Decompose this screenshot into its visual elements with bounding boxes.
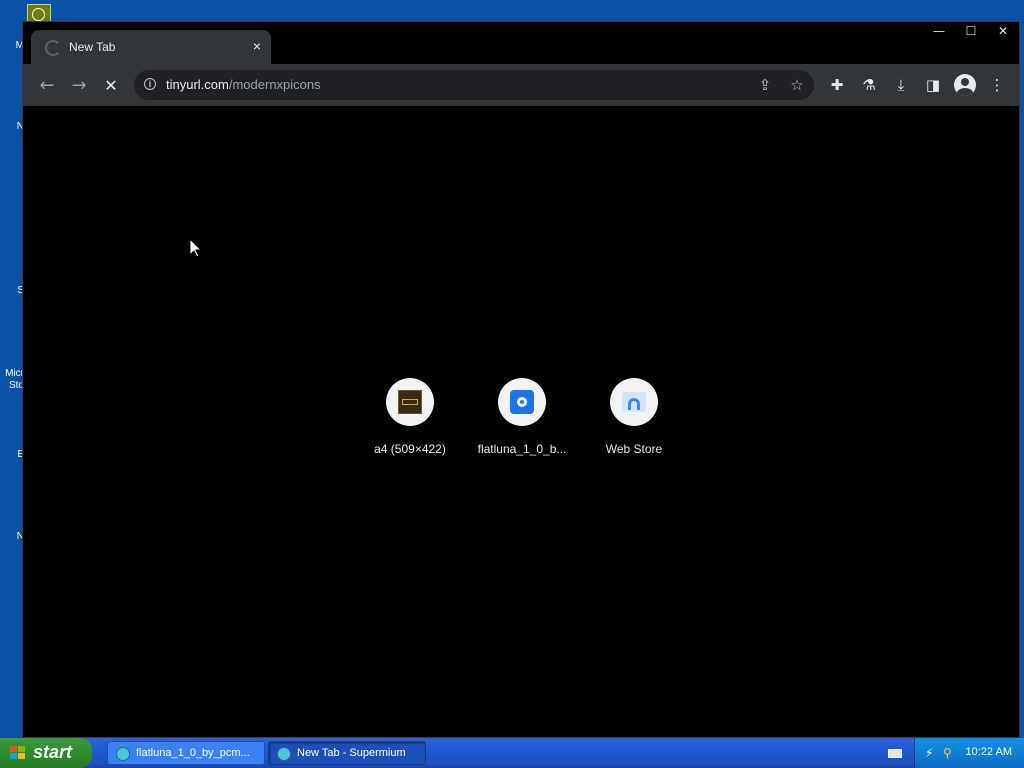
title-bar[interactable]: New Tab × — ☐ ✕ bbox=[23, 22, 1019, 64]
tab-close-icon[interactable]: × bbox=[253, 38, 261, 54]
share-icon[interactable]: ⇪ bbox=[754, 74, 776, 96]
loading-spinner-icon bbox=[45, 40, 61, 56]
maximize-button[interactable]: ☐ bbox=[955, 22, 987, 40]
taskbar-item-new-tab[interactable]: New Tab - Supermium bbox=[268, 741, 426, 765]
taskbar-item-label: New Tab - Supermium bbox=[297, 747, 406, 759]
shortcut-tile[interactable]: flatluna_1_0_b... bbox=[466, 378, 578, 468]
browser-app-icon bbox=[116, 747, 130, 761]
desktop-icon-label[interactable]: M bbox=[0, 40, 24, 51]
start-label: start bbox=[33, 742, 73, 762]
url-path: /modernxpicons bbox=[228, 77, 321, 92]
keyboard-layout-icon[interactable] bbox=[888, 749, 902, 758]
new-tab-page: a4 (509×422) flatluna_1_0_b... Web Store bbox=[23, 106, 1019, 737]
shortcut-icon-circle bbox=[498, 378, 546, 426]
shortcut-icon-circle bbox=[386, 378, 434, 426]
desktop-icon-label[interactable]: S bbox=[0, 285, 24, 296]
desktop-icon-label[interactable]: N bbox=[0, 121, 24, 132]
a4-thumbnail-icon bbox=[398, 390, 422, 414]
shortcut-label: Web Store bbox=[605, 442, 663, 456]
stop-loading-button[interactable]: ✕ bbox=[99, 73, 123, 97]
side-panel-icon[interactable]: ◨ bbox=[922, 74, 944, 96]
profile-avatar-icon[interactable] bbox=[954, 74, 976, 96]
address-bar[interactable]: i tinyurl.com/modernxpicons ⇪ ☆ bbox=[134, 70, 814, 100]
download-icon[interactable]: ⤓ bbox=[890, 74, 912, 96]
search-tray-icon[interactable]: ⚲ bbox=[943, 746, 957, 760]
clock[interactable]: 10:22 AM bbox=[966, 746, 1012, 758]
url-text[interactable]: tinyurl.com/modernxpicons bbox=[166, 77, 321, 92]
taskbar-item-label: flatluna_1_0_by_pcm... bbox=[136, 747, 250, 759]
taskbar: start flatluna_1_0_by_pcm... New Tab - S… bbox=[0, 738, 1024, 768]
network-icon[interactable]: ⚡ bbox=[925, 746, 939, 760]
site-info-icon[interactable]: i bbox=[144, 78, 156, 90]
browser-toolbar: ← → ✕ i tinyurl.com/modernxpicons ⇪ ☆ ✚ … bbox=[23, 64, 1019, 106]
taskbar-item-flatluna[interactable]: flatluna_1_0_by_pcm... bbox=[107, 741, 265, 765]
desktop-icon-label[interactable]: Sto bbox=[0, 380, 24, 391]
system-tray: ⚡ ⚲ 10:22 AM bbox=[914, 738, 1024, 768]
back-button[interactable]: ← bbox=[35, 73, 59, 97]
minimize-button[interactable]: — bbox=[923, 22, 955, 40]
shortcut-tile[interactable]: Web Store bbox=[578, 378, 690, 468]
web-store-icon bbox=[622, 392, 646, 412]
window-controls: — ☐ ✕ bbox=[923, 22, 1019, 42]
tab-title: New Tab bbox=[69, 40, 116, 54]
desktop-icon-label[interactable]: N bbox=[0, 531, 24, 542]
extensions-icon[interactable]: ✚ bbox=[826, 74, 848, 96]
tab-new-tab[interactable]: New Tab × bbox=[31, 30, 271, 64]
windows-logo-icon bbox=[10, 746, 26, 760]
desktop-icon-label[interactable]: Micr bbox=[0, 368, 24, 379]
flatluna-icon bbox=[510, 390, 534, 414]
close-button[interactable]: ✕ bbox=[987, 22, 1019, 40]
browser-app-icon bbox=[277, 747, 291, 761]
shortcut-label: a4 (509×422) bbox=[374, 442, 446, 456]
start-button[interactable]: start bbox=[0, 738, 92, 768]
forward-button[interactable]: → bbox=[67, 73, 91, 97]
shortcut-tile[interactable]: a4 (509×422) bbox=[354, 378, 466, 468]
desktop-icon-label[interactable]: E bbox=[0, 449, 24, 460]
shortcut-icon-circle bbox=[610, 378, 658, 426]
browser-window: New Tab × — ☐ ✕ ← → ✕ i tinyurl.com/mode… bbox=[22, 21, 1020, 738]
menu-kebab-icon[interactable]: ⋮ bbox=[986, 74, 1008, 96]
bookmark-star-icon[interactable]: ☆ bbox=[786, 74, 808, 96]
url-host: tinyurl.com bbox=[166, 77, 229, 92]
shortcut-label: flatluna_1_0_b... bbox=[477, 442, 567, 456]
labs-flask-icon[interactable]: ⚗ bbox=[858, 74, 880, 96]
